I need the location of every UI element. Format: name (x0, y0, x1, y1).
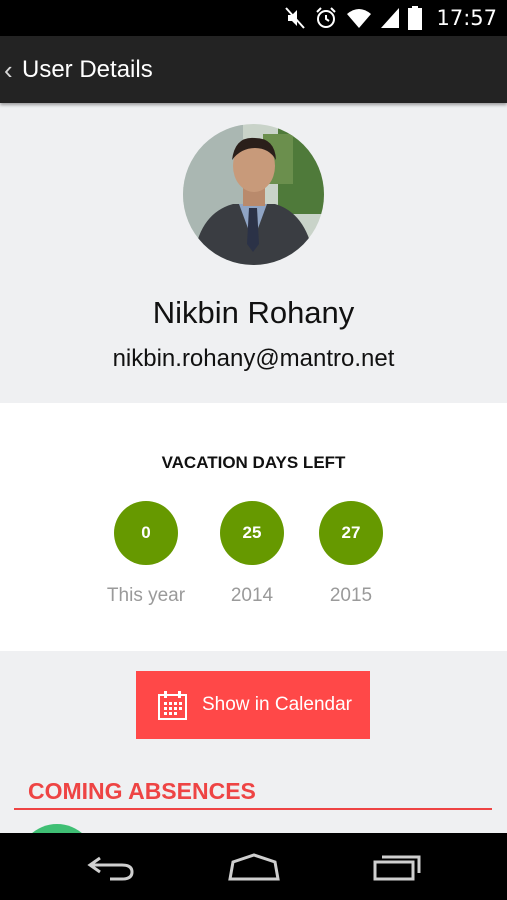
vacation-count-label: 2014 (230, 585, 274, 606)
page-title: User Details (22, 55, 153, 83)
status-bar: 17:57 (0, 0, 507, 36)
action-bar: ‹ User Details (0, 36, 507, 103)
vacation-count-label: 2015 (329, 585, 373, 606)
chevron-left-icon: ‹ (4, 54, 13, 85)
profile-section: Nikbin Rohany nikbin.rohany@mantro.net (0, 103, 507, 403)
mute-icon (285, 7, 306, 29)
coming-absences-heading: COMING ABSENCES (28, 778, 256, 804)
vacation-count-label: This year (106, 585, 186, 606)
vacation-count-badge: 0 (114, 501, 178, 565)
wifi-icon (347, 9, 372, 28)
status-clock: 17:57 (436, 6, 497, 30)
back-button[interactable]: ‹ User Details (4, 56, 153, 84)
avatar (183, 124, 324, 265)
signal-icon (381, 8, 400, 28)
vacation-title: VACATION DAYS LEFT (161, 453, 346, 472)
recents-nav-icon[interactable] (372, 852, 422, 882)
section-divider (14, 808, 492, 810)
vacation-count-badge: 27 (319, 501, 383, 565)
vacation-counter-2015: 27 2015 (296, 501, 406, 607)
home-nav-icon[interactable] (227, 852, 281, 882)
vacation-count-badge: 25 (220, 501, 284, 565)
vacation-card: VACATION DAYS LEFT 0 This year 25 2014 2… (0, 403, 507, 651)
user-email: nikbin.rohany@mantro.net (112, 345, 395, 372)
vacation-counter-2014: 25 2014 (197, 501, 307, 607)
alarm-icon (316, 7, 337, 28)
battery-icon (408, 6, 423, 30)
user-name: Nikbin Rohany (152, 295, 355, 330)
show-in-calendar-button[interactable]: Show in Calendar (136, 671, 370, 739)
calendar-icon (158, 690, 187, 720)
vacation-counter-this-year: 0 This year (91, 501, 201, 607)
navigation-bar (0, 833, 507, 900)
back-nav-icon[interactable] (86, 852, 136, 882)
show-in-calendar-label: Show in Calendar (202, 694, 352, 715)
